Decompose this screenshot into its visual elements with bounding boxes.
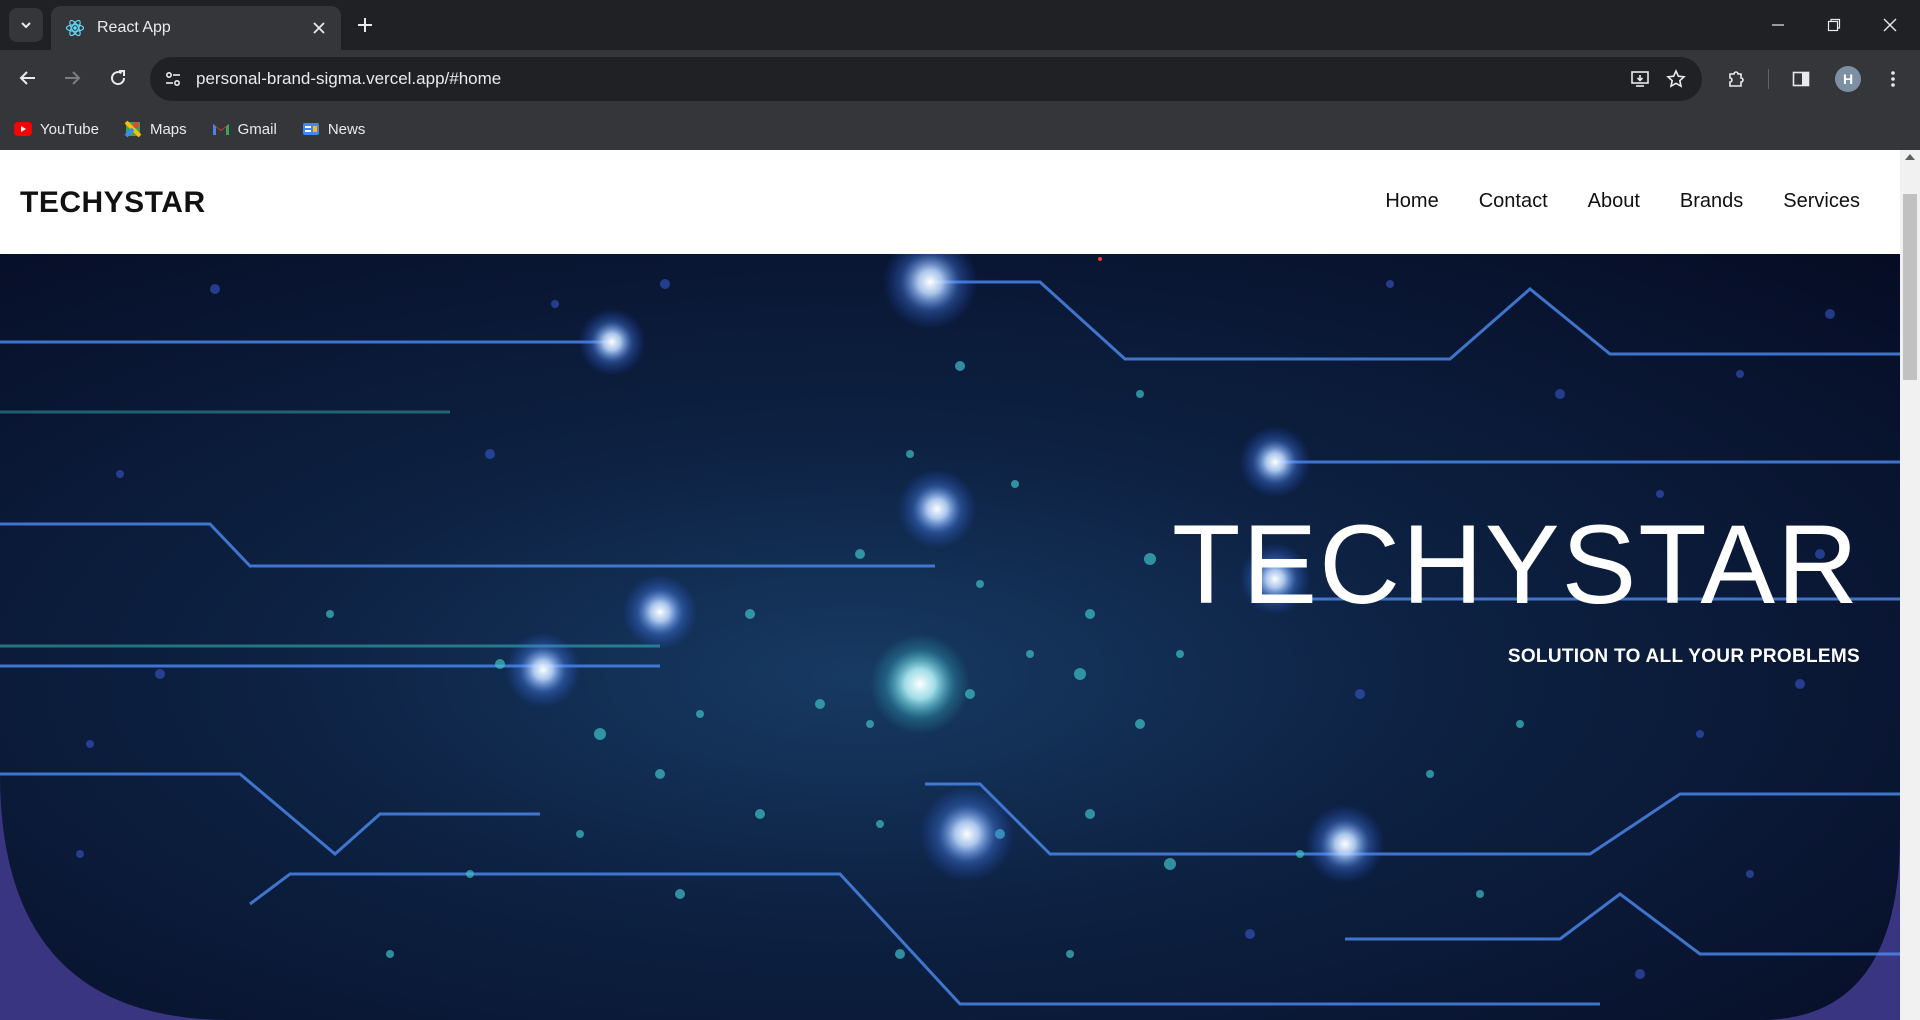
browser-tab-active[interactable]: React App [51, 6, 341, 50]
site-logo[interactable]: TECHYSTAR [20, 186, 206, 220]
hero-title: TECHYSTAR [1172, 502, 1860, 627]
news-icon [302, 120, 320, 138]
hero-subtitle: SOLUTION TO ALL YOUR PROBLEMS [1507, 646, 1860, 667]
toolbar-divider [1768, 69, 1769, 89]
bookmark-maps[interactable]: Maps [124, 120, 187, 138]
site-info-icon[interactable] [155, 61, 191, 97]
bookmark-label: YouTube [40, 120, 99, 138]
circuit-background-image [0, 254, 1900, 1020]
bookmark-label: Maps [149, 120, 187, 138]
address-bar[interactable]: personal-brand-sigma.vercel.app/#home [150, 57, 1702, 101]
bookmark-youtube[interactable]: YouTube [14, 120, 99, 138]
site-navbar: TECHYSTAR Home Contact About Brands Serv… [0, 150, 1900, 254]
bookmark-star-icon[interactable] [1658, 61, 1694, 97]
nav-link-contact[interactable]: Contact [1479, 190, 1548, 213]
bookmark-gmail[interactable]: Gmail [212, 120, 277, 138]
side-panel-icon [1792, 71, 1810, 87]
scroll-up-arrow-icon[interactable] [1905, 154, 1915, 160]
reload-button[interactable] [100, 60, 136, 96]
profile-button[interactable]: H [1830, 61, 1866, 97]
react-logo-icon [65, 18, 85, 38]
reload-icon [111, 70, 126, 86]
youtube-icon [14, 120, 32, 138]
page-viewport: TECHYSTAR Home Contact About Brands Serv… [0, 150, 1920, 1020]
bookmark-news[interactable]: News [302, 120, 366, 138]
extensions-button[interactable] [1718, 61, 1754, 97]
forward-button[interactable] [54, 60, 90, 96]
arrow-right-icon [65, 71, 81, 85]
nav-link-about[interactable]: About [1588, 190, 1640, 213]
nav-link-home[interactable]: Home [1385, 190, 1438, 213]
bookmarks-bar: YouTube Maps Gmail News [0, 108, 1920, 150]
arrow-left-icon [19, 71, 35, 85]
tab-title: React App [97, 19, 171, 36]
back-button[interactable] [10, 60, 46, 96]
tab-strip: React App [0, 0, 1920, 50]
restore-button[interactable] [1806, 0, 1862, 50]
chevron-down-icon [21, 22, 31, 29]
close-window-button[interactable] [1862, 0, 1918, 50]
url-text[interactable]: personal-brand-sigma.vercel.app/#home [196, 69, 1622, 89]
bookmark-label: News [327, 120, 366, 138]
close-tab-icon[interactable] [307, 16, 331, 40]
tab-search-button[interactable] [9, 8, 43, 42]
page-scrollbar[interactable] [1900, 150, 1920, 1020]
minimize-icon [1772, 24, 1784, 26]
nav-link-services[interactable]: Services [1783, 190, 1860, 213]
menu-button[interactable] [1875, 61, 1911, 97]
puzzle-icon [1729, 71, 1744, 87]
maps-icon [124, 120, 142, 138]
more-vertical-icon [1891, 71, 1895, 87]
nav-link-brands[interactable]: Brands [1680, 190, 1743, 213]
side-panel-button[interactable] [1783, 61, 1819, 97]
avatar: H [1835, 66, 1861, 92]
close-icon [1883, 18, 1897, 32]
site-nav-links: Home Contact About Brands Services [1345, 190, 1860, 213]
browser-toolbar: personal-brand-sigma.vercel.app/#home H [0, 50, 1920, 108]
bookmark-label: Gmail [237, 120, 277, 138]
install-app-icon[interactable] [1622, 61, 1658, 97]
restore-icon [1827, 18, 1841, 32]
new-tab-button[interactable] [350, 10, 380, 40]
scrollbar-thumb[interactable] [1903, 194, 1917, 380]
plus-icon [358, 18, 372, 32]
hero-section: TECHYSTAR SOLUTION TO ALL YOUR PROBLEMS [0, 254, 1900, 1020]
gmail-icon [212, 120, 230, 138]
minimize-button[interactable] [1750, 0, 1806, 50]
